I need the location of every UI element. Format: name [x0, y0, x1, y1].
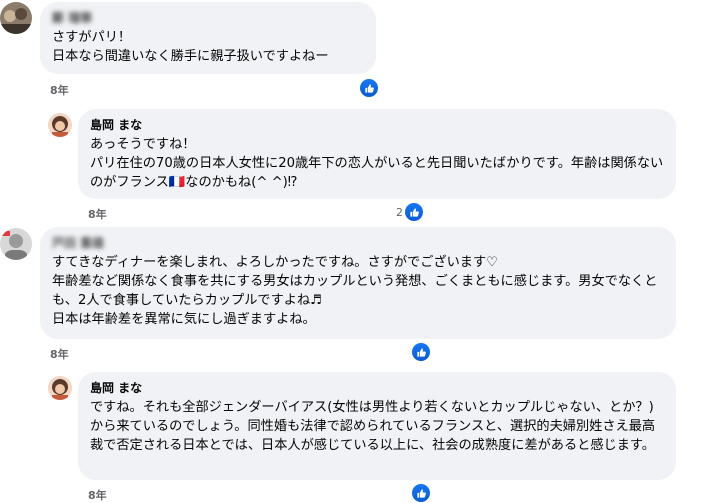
- thumbs-up-icon: [405, 203, 423, 221]
- comment-text: さすがパリ！ 日本なら間違いなく勝手に親子扱いですよねー: [52, 30, 329, 64]
- avatar[interactable]: [0, 228, 32, 260]
- comment-bubble: 鄭 瑠華 さすがパリ！ 日本なら間違いなく勝手に親子扱いですよねー: [40, 2, 376, 74]
- comment-author[interactable]: 鄭 瑠華: [52, 10, 364, 26]
- thumbs-up-icon: [412, 484, 430, 502]
- comment-text: すてきなディナーを楽しまれ、よろしかったですね。さすがでございます♡ 年齢差など…: [52, 255, 658, 327]
- reaction-count[interactable]: 2: [396, 203, 423, 221]
- comment-timestamp[interactable]: 8年: [50, 346, 69, 362]
- comment-timestamp[interactable]: 8年: [88, 206, 107, 222]
- comment-bubble: 戸田 重雄 すてきなディナーを楽しまれ、よろしかったですね。さすがでございます♡…: [40, 227, 676, 339]
- comment-timestamp[interactable]: 8年: [50, 82, 69, 98]
- comment-author[interactable]: 戸田 重雄: [52, 235, 664, 251]
- reaction-number: 2: [396, 205, 403, 219]
- comment-text: ですね。それも全部ジェンダーバイアス(女性は男性より若くないとカップルじゃない、…: [90, 400, 656, 453]
- comment-author[interactable]: 島岡 まな: [90, 117, 664, 133]
- reaction-count[interactable]: [410, 484, 430, 502]
- avatar[interactable]: [0, 2, 32, 34]
- reaction-count[interactable]: [358, 79, 378, 97]
- avatar[interactable]: [48, 113, 72, 137]
- comment-bubble: 島岡 まな あっそうですね！ パリ在住の70歳の日本人女性に20歳年下の恋人がい…: [78, 109, 676, 199]
- reaction-count[interactable]: [410, 343, 430, 361]
- comment-author[interactable]: 島岡 まな: [90, 380, 664, 396]
- comment-timestamp[interactable]: 8年: [88, 487, 107, 503]
- comment-bubble: 島岡 まな ですね。それも全部ジェンダーバイアス(女性は男性より若くないとカップ…: [78, 372, 676, 480]
- thumbs-up-icon: [412, 343, 430, 361]
- avatar[interactable]: [48, 376, 72, 400]
- comment-text: あっそうですね！ パリ在住の70歳の日本人女性に20歳年下の恋人がいると先日聞い…: [90, 137, 664, 190]
- thumbs-up-icon: [360, 79, 378, 97]
